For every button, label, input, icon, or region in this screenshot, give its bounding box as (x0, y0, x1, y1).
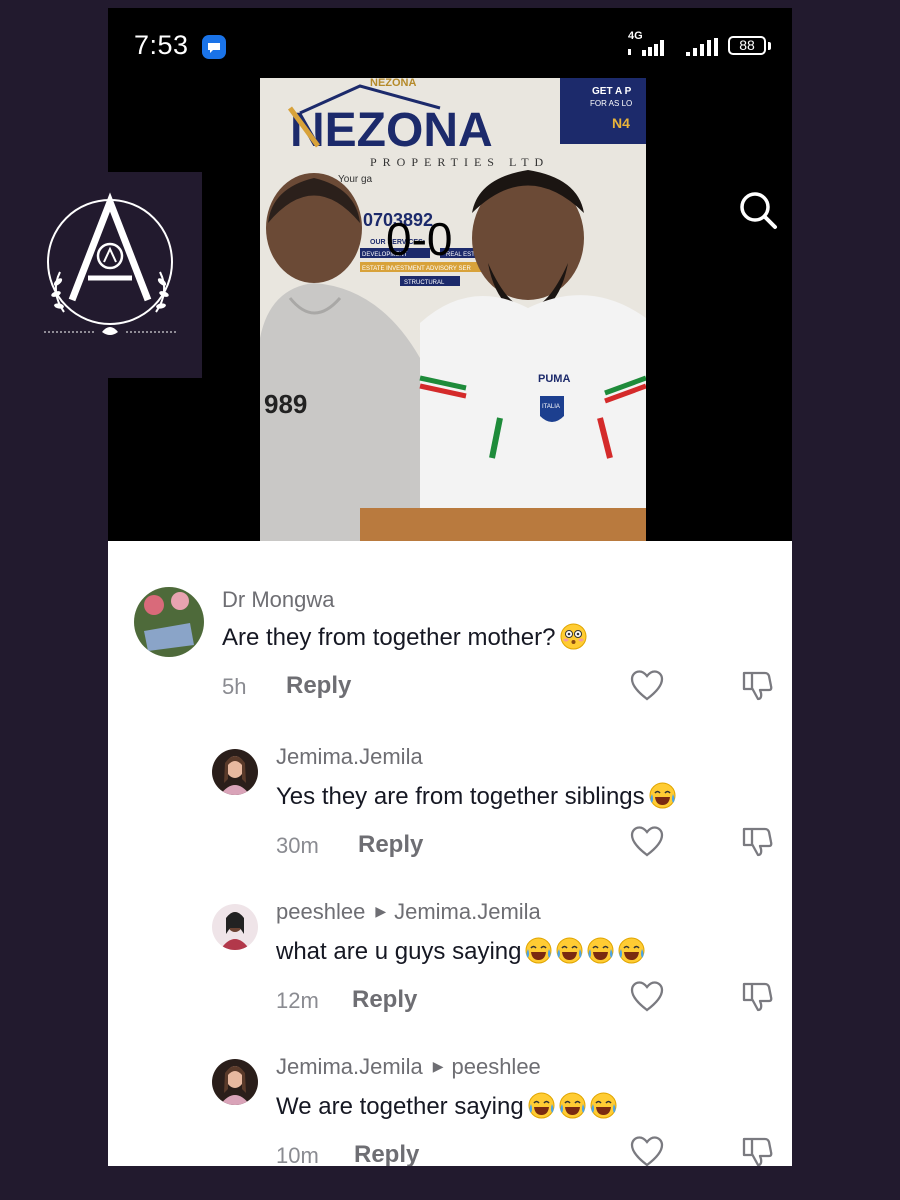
reply-arrow-icon: ▶ (375, 903, 387, 919)
comment-text: Are they from together mother? (222, 623, 587, 652)
banner-tagline: Your ga (338, 174, 373, 185)
promo-line-3: N4 (612, 115, 630, 131)
video-player[interactable]: NEZONA NEZONA PROPERTIES LTD Your ga GET… (108, 78, 792, 541)
banner-service-3: ESTATE INVESTMENT ADVISORY SER (362, 266, 471, 272)
heart-icon[interactable] (630, 1135, 664, 1166)
comment-username[interactable]: peeshlee ▶ Jemima.Jemila (276, 899, 541, 925)
comment-timestamp: 10m (276, 1143, 319, 1166)
battery-indicator: 88 (728, 36, 766, 55)
avatar[interactable] (212, 904, 258, 950)
brand-logo (20, 172, 202, 378)
phone-screen: 7:53 4G 88 NEZONA NEZONA PROPERTIES LTD … (108, 8, 792, 1166)
video-still: NEZONA NEZONA PROPERTIES LTD Your ga GET… (260, 78, 646, 541)
laughing-emoji-icon (559, 1092, 586, 1119)
avatar[interactable] (212, 749, 258, 795)
avatar[interactable] (212, 1059, 258, 1105)
comment-text: what are u guys saying (276, 937, 645, 966)
search-icon[interactable] (736, 188, 780, 232)
brand-logo-icon (44, 192, 178, 335)
comment-username[interactable]: Dr Mongwa (222, 587, 334, 613)
comment-text: We are together saying (276, 1092, 617, 1121)
battery-tip (768, 42, 771, 50)
jersey-brand: PUMA (538, 373, 570, 385)
laughing-emoji-icon (587, 937, 614, 964)
comment-username[interactable]: Jemima.Jemila (276, 744, 423, 770)
status-time: 7:53 (134, 30, 189, 60)
laughing-emoji-icon (528, 1092, 555, 1119)
laughing-emoji-icon (618, 937, 645, 964)
comment-item: Jemima.Jemila ▶ peeshlee We are together s… (108, 1006, 792, 1166)
flushed-emoji-icon (560, 623, 586, 650)
video-frame: NEZONA NEZONA PROPERTIES LTD Your ga GET… (260, 78, 646, 541)
laughing-emoji-icon (590, 1092, 617, 1119)
reply-button[interactable]: Reply (354, 1141, 419, 1166)
promo-line-1: GET A P (592, 86, 632, 97)
signal-strength-icon (628, 40, 664, 56)
reply-arrow-icon: ▶ (432, 1058, 444, 1074)
message-app-icon (202, 35, 226, 59)
jersey-badge: ITALIA (542, 404, 560, 410)
thumbs-down-icon[interactable] (740, 1135, 774, 1166)
comment-text: Yes they are from together siblings (276, 782, 676, 811)
banner-brand-small: NEZONA (370, 78, 417, 89)
laughing-emoji-icon (556, 937, 583, 964)
hoodie-text: 989 (264, 389, 307, 419)
laughing-emoji-icon (525, 937, 552, 964)
banner-brand: NEZONA (290, 104, 493, 157)
banner-sub: PROPERTIES LTD (370, 155, 549, 169)
signal-strength-2-icon (686, 38, 718, 56)
comment-item: Jemima.Jemila Yes they are from together… (108, 696, 792, 858)
comment-item: Dr Mongwa Are they from together mother?… (108, 541, 792, 701)
comment-item: peeshlee ▶ Jemima.Jemila what are u guys s… (108, 851, 792, 1013)
avatar[interactable] (134, 587, 204, 657)
laughing-emoji-icon (649, 782, 676, 809)
banner-service-4: STRUCTURAL (404, 280, 445, 286)
comments-panel: Dr Mongwa Are they from together mother?… (108, 541, 792, 1166)
promo-line-2: FOR AS LO (590, 99, 632, 108)
comment-username[interactable]: Jemima.Jemila ▶ peeshlee (276, 1054, 541, 1080)
status-bar: 7:53 4G 88 (108, 8, 792, 78)
score-overlay-text: 0-0 (386, 213, 453, 265)
